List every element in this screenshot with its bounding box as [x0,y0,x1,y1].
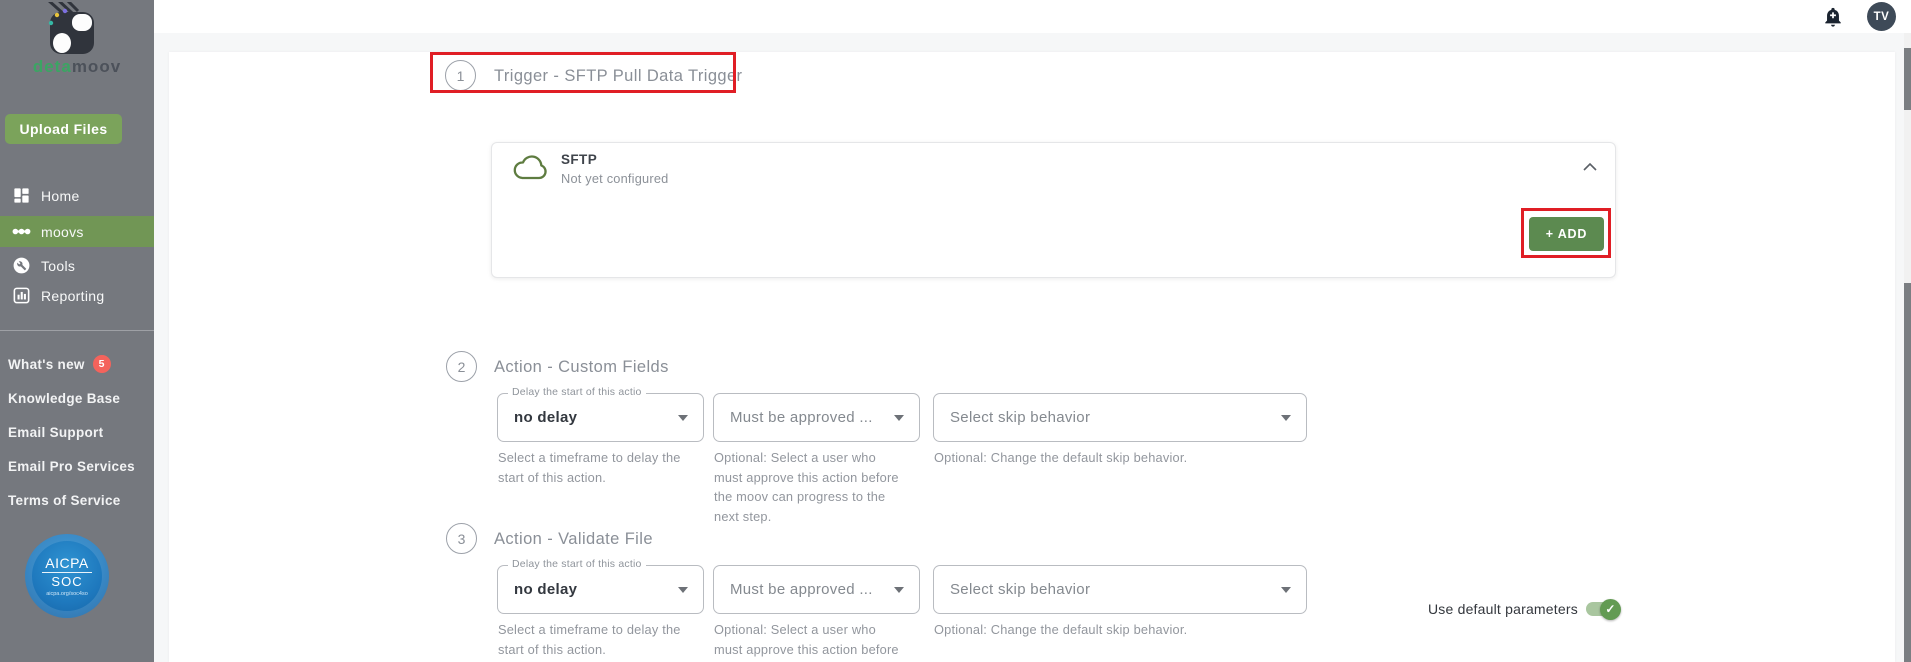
delay-select[interactable]: Delay the start of this actio no delay [497,558,704,614]
dropdown-arrow-icon [678,587,688,593]
use-default-parameters-row: Use default parameters ✓ [1428,598,1628,620]
dropdown-arrow-icon [1281,587,1291,593]
sidebar-link-email-pro-services[interactable]: Email Pro Services [8,456,154,476]
step1-title: Trigger - SFTP Pull Data Trigger [494,67,743,85]
whats-new-label: What's new [8,356,85,372]
logo-wordmark: detamoov [0,57,154,77]
logo-text-green: deta [32,57,72,76]
chevron-up-icon[interactable] [1582,162,1598,172]
sidebar-link-email-support[interactable]: Email Support [8,422,154,442]
step-number-badge: 1 [445,60,476,91]
use-default-parameters-toggle[interactable]: ✓ [1585,598,1621,620]
sidebar: detamoov Upload Files Home moovs Tools R… [0,0,154,662]
sidebar-item-label: Tools [41,257,76,274]
approver-select[interactable]: Must be approved ... [713,565,920,614]
skip-helper-text: Optional: Change the default skip behavi… [934,450,1188,465]
skip-select-value: Select skip behavior [950,409,1091,426]
moovs-dots-icon [11,221,32,242]
approver-helper-text: Optional: Select a user who must approve… [714,622,899,662]
step2-title: Action - Custom Fields [494,358,669,376]
sidebar-item-moovs[interactable]: moovs [0,216,154,247]
add-button[interactable]: + ADD [1529,217,1604,251]
skip-behavior-select[interactable]: Select skip behavior [933,393,1307,442]
approver-select-value: Must be approved ... [730,581,873,598]
sidebar-divider [0,330,154,331]
user-avatar[interactable]: TV [1867,2,1896,31]
sidebar-link-whats-new[interactable]: What's new 5 [8,354,154,374]
sidebar-item-reporting[interactable]: Reporting [0,280,154,311]
sftp-card-title: SFTP [561,152,598,167]
dropdown-arrow-icon [1281,415,1291,421]
aicpa-text: AICPA [42,555,92,573]
sftp-trigger-card: SFTP Not yet configured + ADD [491,142,1616,278]
step-number-badge: 3 [446,523,477,554]
sidebar-item-label: Home [41,187,80,204]
app-screen: detamoov Upload Files Home moovs Tools R… [0,0,1911,662]
delay-select-value: no delay [514,581,578,598]
dropdown-arrow-icon [894,587,904,593]
sidebar-item-label: Reporting [41,287,105,304]
notification-bell-icon[interactable] [1822,5,1844,29]
approver-helper-text: Optional: Select a user who must approve… [714,450,899,524]
soc-text: SOC [51,574,83,589]
aicpa-soc-badge: AICPA SOC aicpa.org/soc4so [25,534,109,618]
vertical-scrollbar[interactable] [1904,33,1911,662]
aicpa-url-text: aicpa.org/soc4so [46,591,88,597]
approver-select-value: Must be approved ... [730,409,873,426]
skip-behavior-select[interactable]: Select skip behavior [933,565,1307,614]
delay-helper-text: Select a timeframe to delay the start of… [498,622,681,657]
sidebar-item-home[interactable]: Home [0,180,154,211]
datamoov-logo-icon [47,2,94,54]
scrollbar-thumb[interactable] [1904,48,1911,110]
step-number-badge: 2 [446,351,477,382]
upload-files-button[interactable]: Upload Files [5,114,122,144]
step3-title: Action - Validate File [494,530,653,548]
delay-select-label: Delay the start of this actio [508,558,646,570]
sidebar-link-terms-of-service[interactable]: Terms of Service [8,490,154,510]
dashboard-icon [11,185,32,206]
delay-select-label: Delay the start of this actio [508,386,646,398]
whats-new-count-badge: 5 [92,355,111,373]
scrollbar-thumb[interactable] [1904,283,1911,662]
delay-select-value: no delay [514,409,578,426]
toggle-check-icon: ✓ [1599,598,1621,620]
bar-chart-icon [11,285,32,306]
dropdown-arrow-icon [678,415,688,421]
topbar: TV [154,0,1911,33]
sidebar-link-knowledge-base[interactable]: Knowledge Base [8,388,154,408]
sidebar-item-label: moovs [41,223,84,240]
cloud-icon [513,155,547,180]
delay-helper-text: Select a timeframe to delay the start of… [498,450,681,485]
approver-select[interactable]: Must be approved ... [713,393,920,442]
wrench-icon [11,255,32,276]
skip-select-value: Select skip behavior [950,581,1091,598]
dropdown-arrow-icon [894,415,904,421]
sidebar-item-tools[interactable]: Tools [0,250,154,281]
logo-text-gray: moov [71,57,122,76]
skip-helper-text: Optional: Change the default skip behavi… [934,622,1188,637]
delay-select[interactable]: Delay the start of this actio no delay [497,386,704,442]
sftp-card-status: Not yet configured [561,171,669,186]
use-default-parameters-label: Use default parameters [1428,601,1578,617]
